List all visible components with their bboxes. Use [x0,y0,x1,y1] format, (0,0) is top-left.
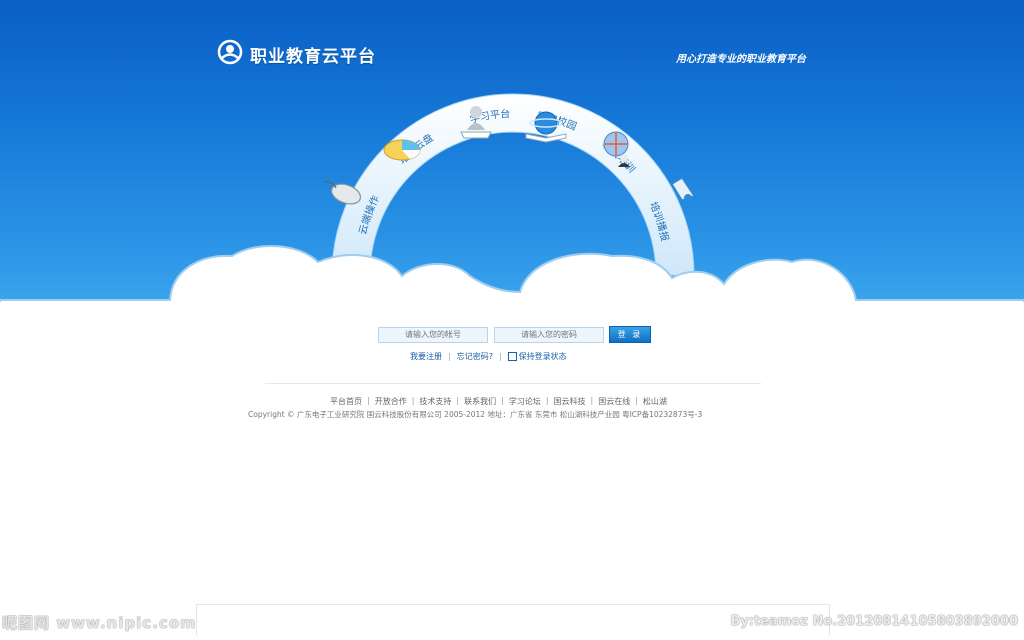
watermark-right: By:teamoz No.20120814105803892000 [730,614,1018,629]
pie-chart-icon[interactable] [380,132,424,168]
forgot-password-link[interactable]: 忘记密码? [457,351,493,362]
footer-link-songshanhu[interactable]: 松山湖 [643,396,667,407]
footer-sep: | [501,396,504,405]
link-separator: | [448,352,451,361]
speaker-icon[interactable] [666,174,698,210]
globe-person-icon[interactable] [600,130,636,172]
footer-sep: | [545,396,549,405]
globe-book-icon[interactable] [524,108,568,148]
copyright: Copyright © 广东电子工业研究院 国云科技股份有限公司 2005-20… [248,410,703,419]
footer-sep: | [367,396,370,405]
link-separator: | [498,352,502,361]
watermark-left: 昵图网 www.nipic.com [2,614,197,632]
footer-link-home[interactable]: 平台首页 [330,396,362,407]
footer-link-forum[interactable]: 学习论坛 [509,396,541,407]
footer-link-guoyun-tech[interactable]: 国云科技 [554,396,586,407]
footer-nav: 平台首页 | 开放合作 | 技术支持 | 联系我们 | 学习论坛 | 国云科技 | 国云在线… [330,396,667,407]
footer-sep: | [456,396,460,405]
account-input[interactable] [378,326,488,343]
login-links: 我要注册 | 忘记密码? | 保持登录状态 [410,351,567,362]
password-input[interactable] [494,326,604,343]
footer-sep: | [635,396,638,405]
checkbox-box[interactable] [507,352,517,361]
footer-sep: | [590,396,594,405]
footer-sep: | [411,396,415,405]
user-desk-icon[interactable] [458,104,494,144]
footer-link-partner[interactable]: 开放合作 [375,396,407,407]
login-button[interactable]: 登 录 [609,326,651,343]
mouse-icon[interactable] [322,176,364,212]
footer-link-contact[interactable]: 联系我们 [464,396,496,407]
footer-link-support[interactable]: 技术支持 [419,396,451,407]
remember-me-label: 保持登录状态 [518,352,567,361]
login-form: 登 录 [378,326,651,343]
register-link[interactable]: 我要注册 [410,351,442,362]
divider [265,383,761,384]
footer-link-guoyun-online[interactable]: 国云在线 [598,396,630,407]
remember-me-checkbox[interactable]: 保持登录状态 [507,351,567,362]
